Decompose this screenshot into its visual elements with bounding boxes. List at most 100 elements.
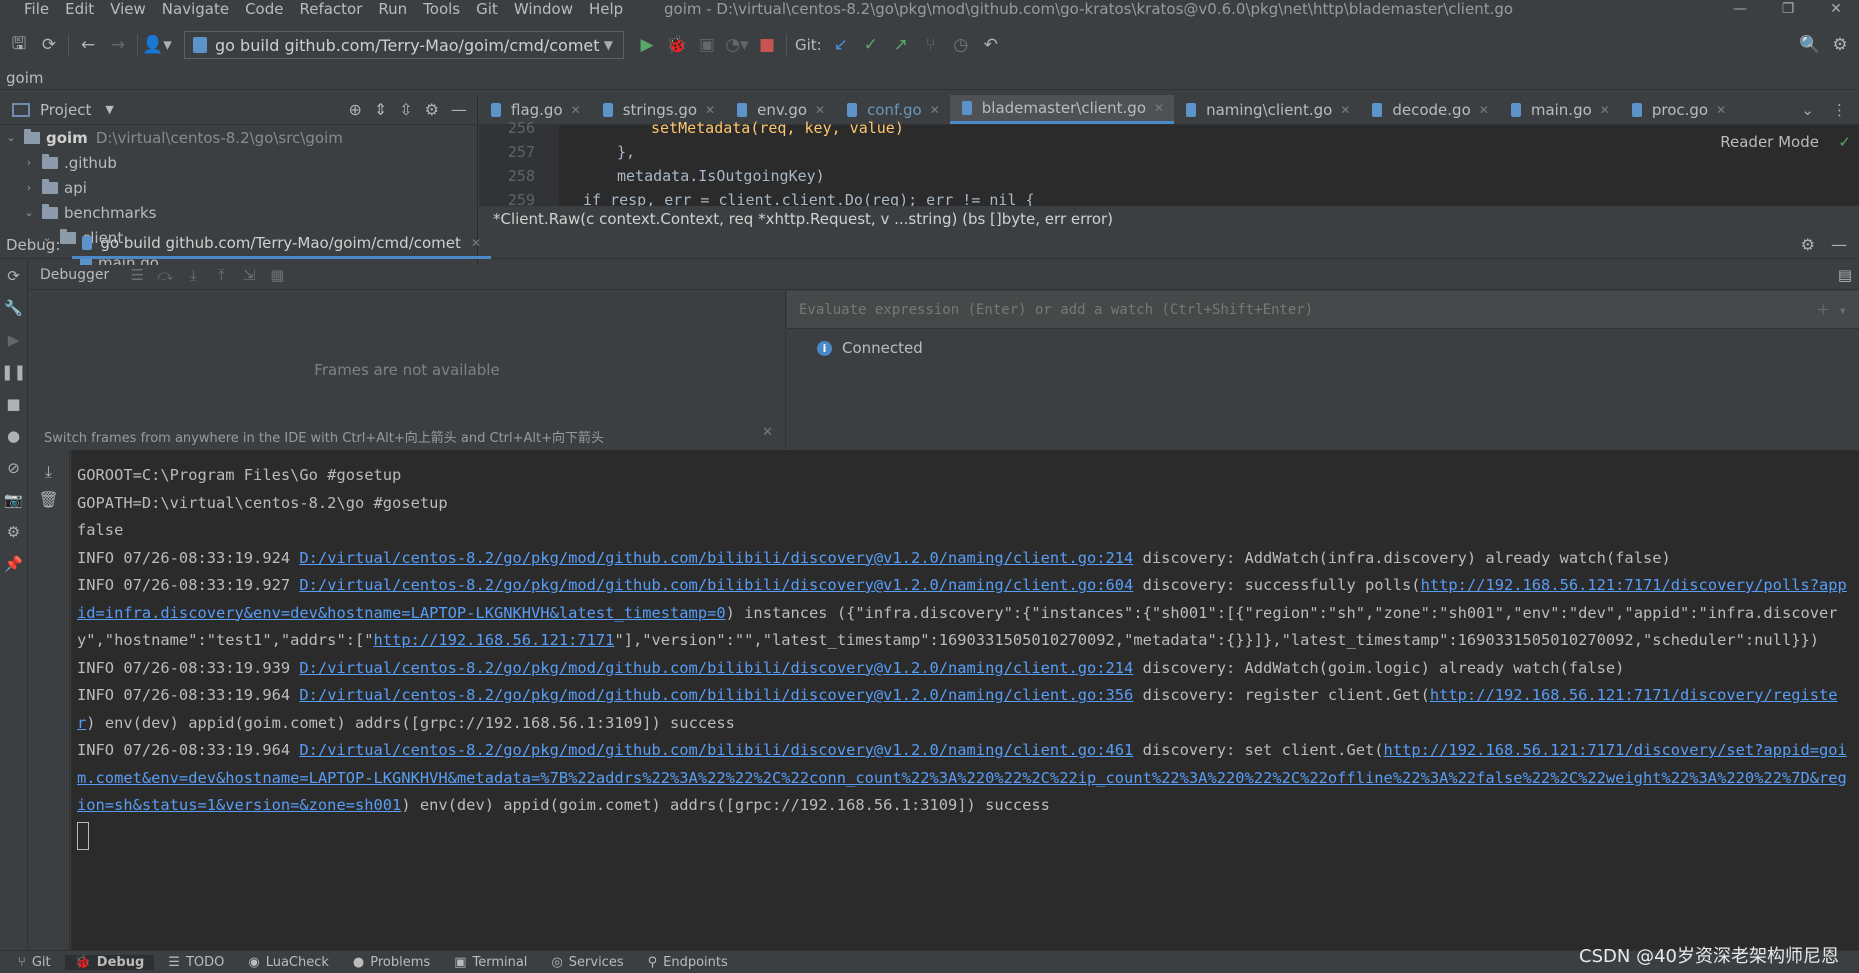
pause-icon[interactable]: ❚❚ bbox=[0, 356, 28, 388]
debugger-tab[interactable]: Debugger bbox=[40, 267, 109, 283]
tab-naming-client-go[interactable]: naming\client.go ✕ bbox=[1174, 95, 1360, 124]
git-history-icon[interactable]: ◷ bbox=[946, 31, 976, 59]
menu-git[interactable]: Git bbox=[468, 0, 506, 20]
layout-icon[interactable]: ▤ bbox=[1831, 266, 1859, 284]
menu-navigate[interactable]: Navigate bbox=[154, 0, 237, 20]
source-link[interactable]: D:/virtual/centos-8.2/go/pkg/mod/github.… bbox=[299, 686, 1133, 704]
menu-refactor[interactable]: Refactor bbox=[291, 0, 370, 20]
close-tab-icon[interactable]: ✕ bbox=[1340, 103, 1350, 117]
source-link[interactable]: D:/virtual/centos-8.2/go/pkg/mod/github.… bbox=[299, 741, 1133, 759]
git-push-icon[interactable]: ↗ bbox=[886, 31, 916, 59]
add-watch-icon[interactable]: ＋ ▾ bbox=[1816, 300, 1847, 320]
close-tab-icon[interactable]: ✕ bbox=[471, 236, 481, 250]
menu-run[interactable]: Run bbox=[370, 0, 415, 20]
close-tab-icon[interactable]: ✕ bbox=[571, 103, 581, 117]
forward-icon[interactable]: → bbox=[103, 31, 133, 59]
menu-view[interactable]: View bbox=[102, 0, 154, 20]
run-configuration-select[interactable]: go build github.com/Terry-Mao/goim/cmd/c… bbox=[184, 31, 624, 59]
locate-icon[interactable]: ⊕ bbox=[348, 100, 361, 119]
close-tab-icon[interactable]: ✕ bbox=[1154, 101, 1164, 115]
close-window-icon[interactable]: ✕ bbox=[1813, 0, 1859, 20]
sync-icon[interactable]: ⟳ bbox=[34, 31, 64, 59]
tool-luacheck[interactable]: ◉ LuaCheck bbox=[238, 955, 339, 970]
wrench-icon[interactable]: 🔧 bbox=[0, 292, 28, 324]
mute-breakpoints-icon[interactable]: ⊘ bbox=[0, 452, 28, 484]
menu-window[interactable]: Window bbox=[506, 0, 581, 20]
source-link[interactable]: D:/virtual/centos-8.2/go/pkg/mod/github.… bbox=[299, 576, 1133, 594]
coverage-icon[interactable]: ▣ bbox=[692, 31, 722, 59]
close-tip-icon[interactable]: ✕ bbox=[762, 425, 773, 440]
git-update-icon[interactable]: ↙ bbox=[826, 31, 856, 59]
tab-decode-go[interactable]: decode.go ✕ bbox=[1360, 95, 1498, 124]
rerun-icon[interactable]: ⟳ bbox=[0, 260, 28, 292]
save-all-icon[interactable]: 🖫 bbox=[4, 31, 34, 59]
menu-edit[interactable]: Edit bbox=[57, 0, 102, 20]
close-tab-icon[interactable]: ✕ bbox=[1479, 103, 1489, 117]
menu-help[interactable]: Help bbox=[581, 0, 631, 20]
tree-item-benchmarks[interactable]: ⌄ benchmarks bbox=[0, 200, 477, 225]
code-line[interactable]: setMetadata(req, key, value) bbox=[569, 119, 904, 137]
gear-icon[interactable]: ⚙ bbox=[1801, 235, 1815, 254]
tool-terminal[interactable]: ▣ Terminal bbox=[444, 955, 537, 970]
tree-item-api[interactable]: › api bbox=[0, 175, 477, 200]
tool-problems[interactable]: ● Problems bbox=[343, 955, 440, 970]
tool-git[interactable]: ⑂ Git bbox=[8, 955, 61, 970]
settings-icon[interactable]: ⚙ bbox=[0, 516, 28, 548]
close-tab-icon[interactable]: ✕ bbox=[930, 103, 940, 117]
debug-session-tab[interactable]: go build github.com/Terry-Mao/goim/cmd/c… bbox=[72, 231, 491, 259]
menu-tools[interactable]: Tools bbox=[415, 0, 468, 20]
tool-endpoints[interactable]: ⚲ Endpoints bbox=[638, 955, 738, 970]
console-output[interactable]: GOROOT=C:\Program Files\Go #gosetup GOPA… bbox=[71, 450, 1859, 950]
code-line[interactable]: metadata.IsOutgoingKey) bbox=[569, 167, 825, 185]
evaluate-icon[interactable]: ▦ bbox=[263, 266, 291, 284]
hide-icon[interactable]: — bbox=[451, 100, 467, 119]
project-title[interactable]: Project bbox=[40, 101, 91, 119]
step-into-icon[interactable]: ⤓ bbox=[179, 266, 207, 284]
tool-todo[interactable]: ☰ TODO bbox=[158, 955, 234, 970]
menu-code[interactable]: Code bbox=[237, 0, 291, 20]
source-link[interactable]: D:/virtual/centos-8.2/go/pkg/mod/github.… bbox=[299, 659, 1133, 677]
url-link[interactable]: http://192.168.56.121:7171 bbox=[374, 631, 615, 649]
tab-proc-go[interactable]: proc.go ✕ bbox=[1620, 95, 1736, 124]
camera-icon[interactable]: 📷 bbox=[0, 484, 28, 516]
tool-services[interactable]: ◎ Services bbox=[541, 955, 633, 970]
view-breakpoints-icon[interactable]: ● bbox=[0, 420, 28, 452]
stop-icon[interactable]: ■ bbox=[0, 388, 28, 420]
trash-icon[interactable]: 🗑 bbox=[38, 490, 58, 509]
code-line[interactable]: }, bbox=[569, 143, 635, 161]
tree-item-github[interactable]: › .github bbox=[0, 150, 477, 175]
reader-mode-button[interactable]: Reader Mode bbox=[1720, 133, 1819, 151]
restore-icon[interactable]: ❐ bbox=[1765, 0, 1811, 20]
minimize-icon[interactable]: — bbox=[1717, 0, 1763, 20]
scroll-to-end-icon[interactable]: ⤓ bbox=[45, 462, 52, 482]
step-over-icon[interactable]: ⤼ bbox=[151, 266, 179, 284]
close-tab-icon[interactable]: ✕ bbox=[705, 103, 715, 117]
git-rollback-icon[interactable]: ↶ bbox=[976, 31, 1006, 59]
user-icon[interactable]: 👤▾ bbox=[142, 31, 172, 59]
close-tab-icon[interactable]: ✕ bbox=[1600, 103, 1610, 117]
list-icon[interactable]: ☰ bbox=[123, 266, 151, 284]
evaluate-expression-input[interactable]: Evaluate expression (Enter) or add a wat… bbox=[787, 291, 1859, 329]
breadcrumb[interactable]: goim bbox=[0, 66, 1859, 90]
collapse-all-icon[interactable]: ⇳ bbox=[399, 100, 412, 119]
stop-icon[interactable]: ■ bbox=[752, 31, 782, 59]
tab-main-go[interactable]: main.go ✕ bbox=[1499, 95, 1620, 124]
source-link[interactable]: D:/virtual/centos-8.2/go/pkg/mod/github.… bbox=[299, 549, 1133, 567]
profile-icon[interactable]: ◔▾ bbox=[722, 31, 752, 59]
chevron-down-icon[interactable]: ▼ bbox=[105, 103, 113, 116]
tab-blademaster-client-go[interactable]: blademaster\client.go ✕ bbox=[949, 95, 1175, 124]
more-tabs-icon[interactable]: ⌄ bbox=[1801, 101, 1814, 119]
tool-debug[interactable]: 🐞 Debug bbox=[64, 954, 155, 970]
console-cursor-line[interactable] bbox=[77, 820, 1847, 850]
back-icon[interactable]: ← bbox=[73, 31, 103, 59]
more-vertical-icon[interactable]: ⋮ bbox=[1832, 101, 1847, 119]
close-tab-icon[interactable]: ✕ bbox=[815, 103, 825, 117]
close-tab-icon[interactable]: ✕ bbox=[1716, 103, 1726, 117]
pin-icon[interactable]: 📌 bbox=[0, 548, 28, 580]
resume-icon[interactable]: ▶ bbox=[0, 324, 28, 356]
expand-all-icon[interactable]: ⇕ bbox=[374, 100, 387, 119]
search-icon[interactable]: 🔍 bbox=[1795, 31, 1825, 59]
git-branch-icon[interactable]: ⑂ bbox=[916, 31, 946, 59]
git-commit-icon[interactable]: ✓ bbox=[856, 31, 886, 59]
tree-item-goim[interactable]: ⌄ goim D:\virtual\centos-8.2\go\src\goim bbox=[0, 125, 477, 150]
